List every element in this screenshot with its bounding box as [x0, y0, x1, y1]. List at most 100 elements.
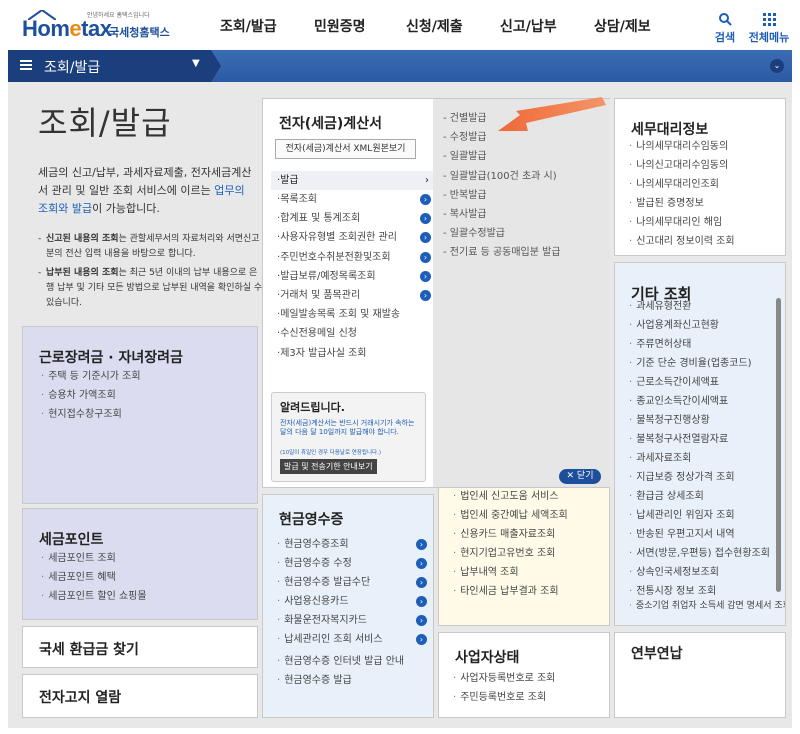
list-item[interactable]: · 신고대리 정보이력 조회 [629, 232, 735, 251]
arrow-circle-icon: › [416, 615, 427, 626]
menu-dropdown[interactable]: 조회/발급 ▼ [8, 50, 211, 82]
card-title: 전자고지 열람 [39, 690, 122, 706]
list-item[interactable]: · 나의세무대리인조회 [629, 175, 735, 194]
grid-menu-icon [763, 13, 776, 26]
close-button[interactable]: ✕ 닫기 [559, 469, 601, 484]
tax-agent-card: 세무대리정보 · 나의세무대리수임동의 · 나의신고대리수임동의 · 나의세무대리인조… [614, 98, 786, 256]
submenu-item[interactable]: - 일괄발급(100건 초과 시) [443, 167, 561, 186]
caret-down-icon: ▼ [192, 58, 200, 69]
list-item[interactable]: · 현금영수증 발급 [277, 671, 427, 690]
list-item[interactable]: · 나의세무대리인 해임 [629, 213, 735, 232]
annotation-arrow-icon [498, 97, 606, 131]
list-item[interactable]: · 지급보증 정상가격 조회 [629, 468, 785, 487]
deadline-guide-button[interactable]: 발급 및 전송기한 안내보기 [280, 459, 377, 474]
search-button[interactable]: 검색 [712, 12, 738, 45]
list-item[interactable]: · 나의세무대리수임동의 [629, 137, 735, 156]
menu-item[interactable]: ·발급보류/예정목록조회 › [271, 267, 433, 286]
menu-item[interactable]: ·거래처 및 품목관리 › [271, 286, 433, 305]
e-notice-card[interactable]: 전자고지 열람 [22, 674, 258, 718]
intro-description: 세금의 신고/납부, 과세자료제출, 전자세금계산서 관리 및 일반 조회 서비… [38, 166, 252, 215]
list-item[interactable]: · 법인세 신고도움 서비스 [453, 487, 568, 506]
list-item[interactable]: · 화물운전자복지카드 › [277, 611, 427, 630]
list-item[interactable]: · 근로소득간이세액표 [629, 373, 785, 392]
xml-view-button[interactable]: 전자(세금)계산서 XML원본보기 [275, 139, 416, 159]
menu-item[interactable]: ·합계표 및 통계조회 › [271, 209, 433, 228]
submenu-item[interactable]: - 전기료 등 공동매입분 발급 [443, 243, 561, 262]
list-item[interactable]: · 서면(방문,우편등) 접수현황조회 [629, 544, 785, 563]
list-item[interactable]: · 환급금 상세조회 [629, 487, 785, 506]
notice-small: (10일이 휴일인 경우 다음날로 연장됩니다.) [280, 450, 381, 456]
tax-point-card: 세금포인트 · 세금포인트 조회 · 세금포인트 혜택 · 세금포인트 할인 쇼핑몰 [22, 508, 258, 620]
list-item[interactable]: · 세금포인트 조회 [41, 549, 147, 568]
list-item[interactable]: · 타인세금 납부결과 조회 [453, 582, 568, 601]
list-item[interactable]: · 불복청구사전열람자료 [629, 430, 785, 449]
arrow-circle-icon: › [420, 213, 431, 225]
menu-item[interactable]: ·주민번호수취분전환및조회 › [271, 248, 433, 267]
all-menu-button[interactable]: 전체메뉴 [748, 12, 790, 45]
list-item[interactable]: · 사업용계좌신고현황 [629, 316, 785, 335]
list-item[interactable]: · 세금포인트 할인 쇼핑몰 [41, 587, 147, 606]
submenu-panel: - 건별발급 - 수정발급 - 일괄발급 - 일괄발급(100건 초과 시) -… [433, 99, 610, 487]
list-item[interactable]: · 현금영수증조회 › [277, 535, 427, 554]
expand-chevron-icon[interactable]: ⌄ [770, 59, 784, 73]
card-title: 세무대리정보 [631, 122, 709, 138]
hometax-logo[interactable]: 안녕하세요 홈택스입니다 Hometax 국세청홈택스 [22, 10, 172, 44]
list-item[interactable]: · 종교인소득간이세액표 [629, 392, 785, 411]
list-item[interactable]: · 현지접수창구조회 [41, 405, 141, 424]
list-item[interactable]: · 주류면허상태 [629, 335, 785, 354]
list-item[interactable]: · 나의신고대리수임동의 [629, 156, 735, 175]
list-item[interactable]: · 현지기업고유번호 조회 [453, 544, 568, 563]
refund-card[interactable]: 국세 환급금 찾기 [22, 626, 258, 668]
list-item[interactable]: · 법인세 중간예납 세액조회 [453, 506, 568, 525]
arrow-circle-icon: › [420, 194, 431, 205]
list-item[interactable]: · 현금영수증 인터넷 발급 안내 [277, 652, 427, 671]
list-item[interactable]: · 사업용신용카드 › [277, 592, 427, 611]
menu-item[interactable]: ·사용자유형별 조회권한 관리 › [271, 228, 433, 247]
gnb-certificate[interactable]: 민원증명 [314, 16, 366, 36]
list-item[interactable]: · 사업자등록번호로 조회 [453, 669, 555, 688]
list-item[interactable]: · 납부내역 조회 [453, 563, 568, 582]
list-item[interactable]: · 반송된 우편고지서 내역 [629, 525, 785, 544]
gnb-consult[interactable]: 상담/제보 [594, 16, 651, 36]
list-item[interactable]: · 승용차 가액조회 [41, 386, 141, 405]
list-item[interactable]: · 현금영수증 수정 › [277, 554, 427, 573]
submenu-item[interactable]: - 반복발급 [443, 186, 561, 205]
list-item[interactable]: · 불복청구진행상황 [629, 411, 785, 430]
earned-list: · 주택 등 기준시가 조회 · 승용차 가액조회 · 현지접수창구조회 [41, 367, 141, 424]
list-item[interactable]: · 중소기업 취업자 소득세 감면 명세서 조회 [629, 601, 785, 612]
list-item[interactable]: · 과세자료조회 [629, 449, 785, 468]
search-label: 검색 [714, 31, 736, 44]
submenu-item[interactable]: - 일괄수정발급 [443, 224, 561, 243]
list-item[interactable]: · 납세관리인 위임자 조회 [629, 506, 785, 525]
menu-item-issue-selected[interactable]: ·발급 › [271, 171, 433, 190]
menu-item[interactable]: ·제3자 발급사실 조회 [271, 344, 433, 363]
list-item[interactable]: · 신용카드 매출자료조회 [453, 525, 568, 544]
list-item[interactable]: · 상속인국세정보조회 [629, 563, 785, 582]
list-item[interactable]: · 세금포인트 혜택 [41, 568, 147, 587]
list-item[interactable]: · 과세유형전환 [629, 297, 785, 316]
submenu-item[interactable]: - 일괄발급 [443, 147, 561, 166]
all-menu-label: 전체메뉴 [748, 31, 790, 44]
list-item[interactable]: · 납세관리인 조회 서비스 › [277, 630, 427, 649]
gnb-application[interactable]: 신청/제출 [406, 16, 463, 36]
misc-inquiry-card: · 법인세 신고도움 서비스 · 법인세 중간예납 세액조회 · 신용카드 매출자료조… [438, 480, 610, 626]
gnb-inquiry[interactable]: 조회/발급 [220, 16, 277, 36]
arrow-circle-icon: › [420, 232, 431, 244]
list-item[interactable]: · 주택 등 기준시가 조회 [41, 367, 141, 386]
chevron-right-icon: › [425, 175, 429, 186]
list-item[interactable]: · 현금영수증 발급수단 › [277, 573, 427, 592]
installment-card[interactable]: 연부연납 [614, 632, 786, 718]
gnb-tax-report[interactable]: 신고/납부 [500, 16, 557, 36]
list-item[interactable]: · 주민등록번호로 조회 [453, 688, 555, 707]
list-item[interactable]: · 기준 단순 경비율(업종코드) [629, 354, 785, 373]
menu-item[interactable]: ·목록조회 › [271, 190, 433, 209]
other-inquiry-card: 기타 조회 · 과세유형전환 · 사업용계좌신고현황 · 주류면허상태 · 기준 단순 … [614, 262, 786, 626]
list-item[interactable]: · 전통시장 정보 조회 [629, 582, 785, 601]
notice-text: 전자(세금)계산서는 반드시 거래시기가 속하는 달의 다음 달 10일까지 발… [280, 419, 415, 436]
list-item[interactable]: · 발급된 증명정보 [629, 194, 735, 213]
menu-item[interactable]: ·메일발송목록 조회 및 재발송 [271, 305, 433, 324]
menu-item[interactable]: ·수신전용메일 신청 [271, 324, 433, 343]
location-bar: 조회/발급 ▼ ⌄ [8, 50, 792, 82]
submenu-item[interactable]: - 복사발급 [443, 205, 561, 224]
scrollbar[interactable] [776, 298, 781, 592]
